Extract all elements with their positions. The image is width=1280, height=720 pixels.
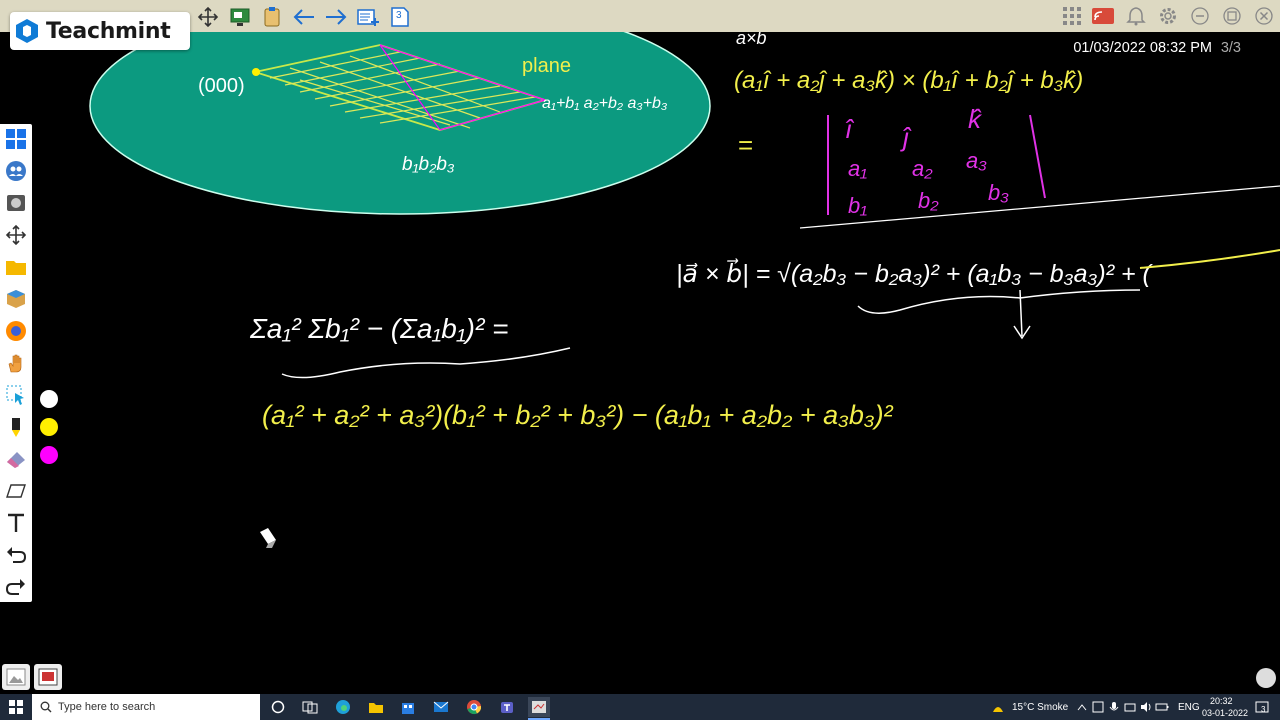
datetime-display: 01/03/2022 08:32 PM <box>1073 40 1212 56</box>
folder-icon[interactable] <box>3 254 29 280</box>
magnitude-formula: |a⃗ × b⃗| = √(a₂b₃ − b₂a₃)² + (a₁b₃ − b₃… <box>676 258 1154 288</box>
add-page-icon[interactable] <box>355 5 381 29</box>
shape-icon[interactable] <box>3 478 29 504</box>
search-placeholder: Type here to search <box>58 701 156 713</box>
brand-logo: Teachmint <box>10 12 190 50</box>
cast-icon[interactable] <box>1091 5 1115 27</box>
det-b1: b₁ <box>848 193 867 218</box>
cross-expansion: (a₁î + a₂ĵ + a₃k̂) × (b₁î + b₂ĵ + b₃k̂) <box>734 67 1083 94</box>
arrow-left-icon[interactable] <box>291 5 317 29</box>
assistant-icon[interactable] <box>1256 668 1276 688</box>
det-a1: a₁ <box>848 156 867 181</box>
left-toolbar <box>0 124 32 602</box>
clipboard-icon[interactable] <box>259 5 285 29</box>
search-icon <box>40 701 52 713</box>
edge-icon[interactable] <box>333 697 353 717</box>
det-b2: b₂ <box>918 188 939 213</box>
gallery-icon[interactable] <box>2 664 30 690</box>
gear-icon[interactable] <box>1156 5 1180 27</box>
file-explorer-icon[interactable] <box>366 697 386 717</box>
color-white-swatch[interactable] <box>40 390 58 408</box>
hand-icon[interactable] <box>3 350 29 376</box>
vertex-label: b₁b₂b₃ <box>402 154 455 175</box>
det-b3: b₃ <box>988 180 1009 205</box>
bell-icon[interactable] <box>1124 5 1148 27</box>
divider-stroke <box>799 185 1280 229</box>
windows-taskbar: Type here to search 15°C Smoke ENG 20:32… <box>0 694 1280 720</box>
teachmint-taskbar-icon[interactable] <box>528 697 550 717</box>
close-icon[interactable] <box>1252 5 1276 27</box>
determinant: î ĵ k̂ a₁ a₂ a₃ b₁ b₂ b₃ <box>827 104 1046 218</box>
sum-identity: Σa₁² Σb₁² − (Σa₁b₁)² = <box>249 313 508 344</box>
page-counter: 3/3 <box>1220 40 1241 56</box>
det-header-j: ĵ <box>900 122 912 152</box>
redo-icon[interactable] <box>3 574 29 600</box>
det-header-i: î <box>845 114 855 144</box>
maximize-icon[interactable] <box>1220 5 1244 27</box>
move-icon[interactable] <box>195 5 221 29</box>
select-icon[interactable] <box>3 382 29 408</box>
weather-icon <box>988 697 1008 717</box>
cortana-icon[interactable] <box>268 697 288 717</box>
det-header-k: k̂ <box>968 104 983 134</box>
apps-grid-icon[interactable] <box>1060 5 1084 27</box>
language-indicator[interactable]: ENG <box>1178 702 1200 713</box>
chrome-icon[interactable] <box>464 697 484 717</box>
color-magenta-swatch[interactable] <box>40 446 58 464</box>
windows-icon[interactable] <box>3 126 29 152</box>
minimize-icon[interactable] <box>1188 5 1212 27</box>
notification-count: 3 <box>1261 705 1266 714</box>
det-a3: a₃ <box>966 148 987 173</box>
undo-icon[interactable] <box>3 542 29 568</box>
box-icon[interactable] <box>3 286 29 312</box>
magnitude-underline <box>1139 249 1280 269</box>
brand-name: Teachmint <box>46 18 171 44</box>
whiteboard-canvas[interactable]: (000) plane a₁+b₁ a₂+b₂ a₃+b₃ b₁b₂b₃ a×b… <box>0 0 1280 720</box>
plane-label: plane <box>522 55 571 77</box>
origin-label: (000) <box>198 75 245 97</box>
taskbar-search[interactable]: Type here to search <box>32 694 260 720</box>
mail-icon[interactable] <box>431 697 451 717</box>
clock-time[interactable]: 20:32 <box>1210 696 1233 706</box>
corner-label: a₁+b₁ a₂+b₂ a₃+b₃ <box>542 95 667 112</box>
group-icon[interactable] <box>3 158 29 184</box>
text-icon[interactable] <box>3 510 29 536</box>
store-icon[interactable] <box>398 697 418 717</box>
expansion-formula: (a₁² + a₂² + a₃²)(b₁² + b₂² + b₃²) − (a₁… <box>262 400 894 430</box>
capture-icon[interactable] <box>3 190 29 216</box>
det-a2: a₂ <box>912 156 933 181</box>
color-yellow-swatch[interactable] <box>40 418 58 436</box>
weather-text: 15°C Smoke <box>1012 702 1069 713</box>
sum-underline <box>281 347 571 379</box>
arrow-right-icon[interactable] <box>323 5 349 29</box>
pan-icon[interactable] <box>3 222 29 248</box>
battery-icon[interactable] <box>1152 697 1172 717</box>
task-view-icon[interactable] <box>300 697 320 717</box>
equals-sign: = <box>738 130 753 160</box>
notification-icon[interactable]: 3 <box>1252 697 1272 717</box>
pen-icon[interactable] <box>3 414 29 440</box>
start-icon[interactable] <box>6 697 26 717</box>
firefox-icon[interactable] <box>3 318 29 344</box>
teams-icon[interactable] <box>497 697 517 717</box>
eraser-cursor <box>260 528 276 548</box>
top-bar: 3 <box>0 0 1280 32</box>
eraser-icon[interactable] <box>3 446 29 472</box>
brace-under-magnitude <box>857 289 1141 314</box>
page-3-icon[interactable]: 3 <box>387 5 413 29</box>
teachmint-logo-icon <box>16 19 38 43</box>
slideshow-icon[interactable] <box>34 664 62 690</box>
screen-share-icon[interactable] <box>227 5 253 29</box>
page-badge: 3 <box>396 10 402 21</box>
clock-date[interactable]: 03-01-2022 <box>1202 708 1248 718</box>
